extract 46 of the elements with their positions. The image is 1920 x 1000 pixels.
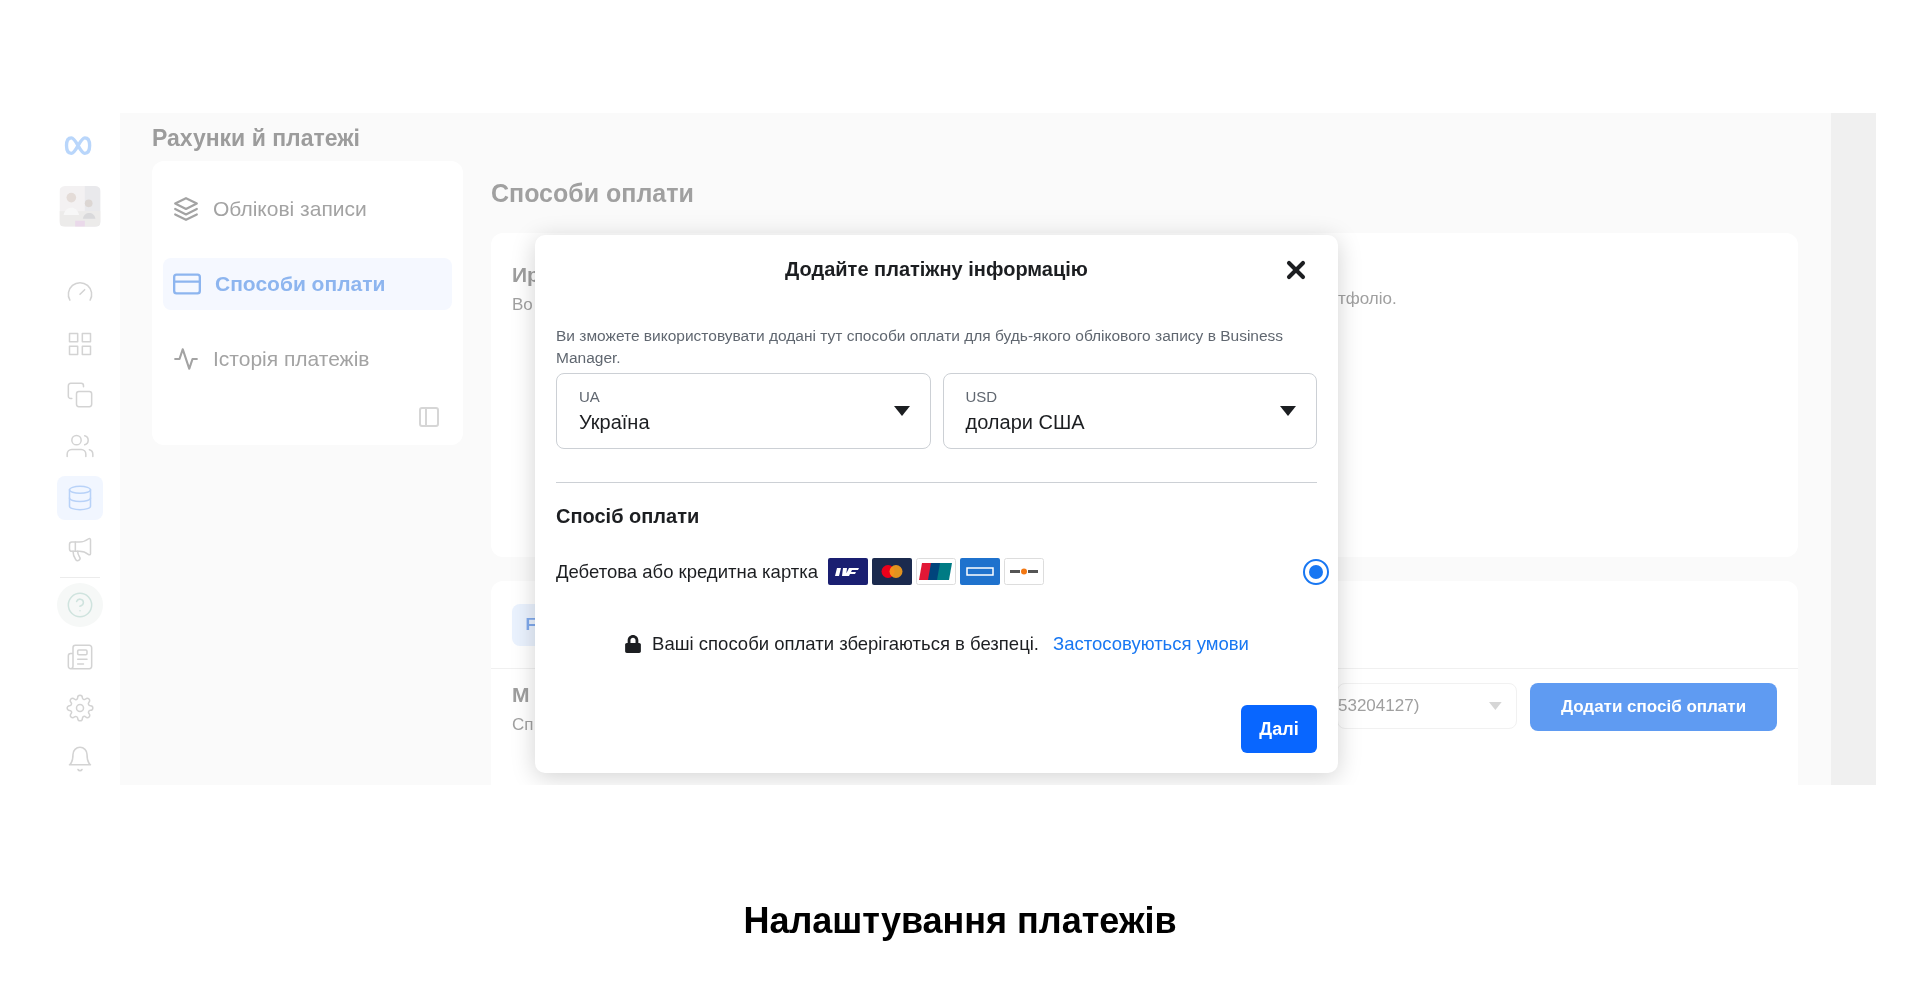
caption: Налаштування платежів <box>743 900 1177 942</box>
caret-icon <box>893 406 910 416</box>
nav-item-label: Історія платежів <box>213 347 370 371</box>
next-button[interactable]: Далі <box>1241 705 1317 753</box>
page-title: Рахунки й платежі <box>152 125 361 152</box>
card-brand-icon <box>872 558 913 585</box>
nav-item-label: Способи оплати <box>215 272 386 296</box>
card-subtitle: Во <box>512 295 533 315</box>
dialog-title: Додайте платіжну інформацію <box>785 257 1088 281</box>
security-note: Ваші способи оплати зберігаються в безпеці. <box>652 633 1039 655</box>
radio-button[interactable] <box>1303 558 1329 585</box>
layers-icon <box>173 196 199 222</box>
database-icon <box>66 483 94 512</box>
rail-item[interactable] <box>57 475 103 520</box>
documents-icon <box>66 381 94 409</box>
terms-link[interactable]: Застосовуються умови <box>1053 633 1249 655</box>
card-brand-icon <box>1004 558 1045 585</box>
card-brand-icon <box>960 558 1001 585</box>
caret-icon <box>1280 406 1296 416</box>
help-icon <box>66 591 94 620</box>
collapse-icon[interactable] <box>417 405 441 429</box>
nav-item[interactable]: Облікові записи <box>163 183 452 235</box>
section-title: Способи оплати <box>491 179 695 209</box>
rail-item[interactable] <box>57 583 103 628</box>
nav-item-label: Облікові записи <box>213 197 367 221</box>
card-brand-icon <box>828 558 869 585</box>
add-payment-button[interactable]: Додати спосіб оплати <box>1530 683 1777 731</box>
country-select[interactable]: UA Україна <box>556 373 931 449</box>
caret-icon <box>1489 701 1502 711</box>
card-subtitle: Сп <box>512 715 534 735</box>
newspaper-icon <box>66 642 94 671</box>
activity-icon <box>173 346 199 372</box>
lock-icon <box>624 635 643 653</box>
currency-select[interactable]: USD долари США <box>942 373 1317 449</box>
nav-item[interactable]: Історія платежів <box>163 333 452 385</box>
dialog-description: Ви зможете використовувати додані тут способи оплати для будь-якого облікового запису в Business Manager. <box>556 326 1285 368</box>
card-brand-icon <box>916 558 957 585</box>
nav-item[interactable]: Способи оплати <box>163 258 452 310</box>
tab[interactable]: F <box>512 604 536 646</box>
card-title: М <box>512 683 530 707</box>
bell-icon <box>66 745 94 774</box>
card-subtitle-end: тфоліо. <box>1338 289 1397 309</box>
settings-icon <box>66 693 94 722</box>
megaphone-icon <box>66 535 94 563</box>
payment-method-label: Дебетова або кредитна картка <box>556 560 819 583</box>
section-heading: Спосіб оплати <box>556 505 701 528</box>
